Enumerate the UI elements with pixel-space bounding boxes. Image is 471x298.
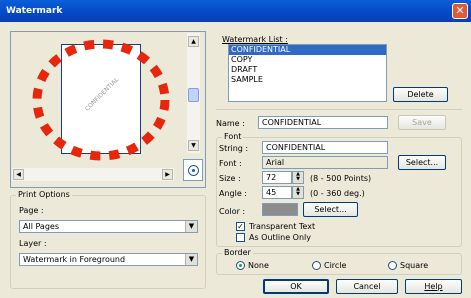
transparent-text-label: Transparent Text — [249, 222, 316, 231]
watermark-list-items: CONFIDENTIAL COPY DRAFT SAMPLE — [229, 45, 386, 85]
outline-only-checkbox[interactable] — [236, 233, 245, 242]
page-select-value: All Pages — [23, 222, 59, 231]
preview-panel: CONFIDENTIAL ▲ ▼ ◀ ▶ — [10, 31, 206, 188]
layer-select-value: Watermark in Foreground — [23, 255, 126, 264]
watermark-dialog: Watermark ✕ CONFIDENTIAL ▲ ▼ ◀ ▶ Print O… — [0, 0, 471, 298]
vscroll-thumb[interactable] — [188, 88, 199, 102]
scroll-left-icon[interactable]: ◀ — [13, 169, 24, 180]
size-label: Size : — [219, 174, 241, 183]
print-options-title: Print Options — [16, 190, 72, 199]
border-group-title: Border — [222, 248, 253, 257]
font-label: Font : — [219, 159, 242, 168]
angle-input[interactable]: 45 — [262, 186, 292, 199]
border-none-radio[interactable] — [236, 261, 245, 270]
color-swatch — [262, 203, 298, 216]
watermark-list-item[interactable]: COPY — [229, 55, 386, 65]
title-bar: Watermark ✕ — [0, 0, 471, 22]
size-input[interactable]: 72 — [262, 171, 292, 184]
name-input[interactable]: CONFIDENTIAL — [258, 116, 388, 129]
chevron-down-icon[interactable]: ▼ — [185, 254, 197, 265]
outline-only-label: As Outline Only — [249, 233, 311, 242]
scroll-right-icon[interactable]: ▶ — [162, 169, 173, 180]
angle-spinner[interactable]: ▲ ▼ — [292, 186, 304, 199]
border-square-label: Square — [400, 261, 429, 270]
size-spinner[interactable]: ▲ ▼ — [292, 171, 304, 184]
page-label: Page : — [19, 206, 44, 215]
color-select-button[interactable]: Select... — [303, 202, 358, 217]
border-circle-label: Circle — [324, 261, 347, 270]
ok-button[interactable]: OK — [263, 279, 329, 294]
cancel-button[interactable]: Cancel — [336, 279, 398, 294]
red-dotted-circle-annotation — [32, 39, 170, 161]
color-label: Color : — [219, 207, 246, 216]
layer-label: Layer : — [19, 239, 47, 248]
delete-button[interactable]: Delete — [393, 87, 448, 102]
border-circle-radio[interactable] — [312, 261, 321, 270]
divider — [216, 109, 462, 110]
layer-select[interactable]: Watermark in Foreground ▼ — [19, 253, 198, 266]
window-title: Watermark — [6, 6, 63, 16]
font-field: Arial — [262, 156, 388, 169]
preview-hscroll[interactable]: ◀ ▶ — [12, 168, 174, 181]
watermark-list-item[interactable]: DRAFT — [229, 65, 386, 75]
watermark-list-item[interactable]: CONFIDENTIAL — [229, 45, 386, 55]
font-group-title: Font — [222, 132, 244, 141]
name-label: Name : — [216, 119, 245, 128]
help-button[interactable]: Help — [405, 279, 462, 294]
scroll-down-icon[interactable]: ▼ — [188, 140, 199, 151]
target-icon — [188, 165, 199, 176]
page-select[interactable]: All Pages ▼ — [19, 220, 198, 233]
size-range-text: (8 - 500 Points) — [310, 174, 372, 183]
transparent-text-checkbox[interactable]: ✓ — [236, 222, 245, 231]
watermark-list-item[interactable]: SAMPLE — [229, 75, 386, 85]
font-select-button[interactable]: Select... — [398, 155, 446, 170]
string-label: String : — [219, 144, 249, 153]
print-options-group: Print Options Page : All Pages ▼ Layer :… — [10, 190, 206, 289]
border-square-radio[interactable] — [388, 261, 397, 270]
close-icon[interactable]: ✕ — [452, 3, 468, 19]
save-button[interactable]: Save — [398, 115, 446, 130]
scroll-up-icon[interactable]: ▲ — [188, 36, 199, 47]
center-preview-button[interactable] — [183, 159, 203, 181]
angle-range-text: (0 - 360 deg.) — [310, 189, 365, 198]
watermark-list[interactable]: CONFIDENTIAL COPY DRAFT SAMPLE — [228, 44, 387, 102]
chevron-down-icon[interactable]: ▼ — [185, 221, 197, 232]
string-input[interactable]: CONFIDENTIAL — [262, 141, 388, 154]
angle-label: Angle : — [219, 189, 248, 198]
watermark-list-label: Watermark List : — [222, 35, 288, 44]
preview-vscroll[interactable]: ▲ ▼ — [187, 33, 200, 153]
border-none-label: None — [248, 261, 269, 270]
